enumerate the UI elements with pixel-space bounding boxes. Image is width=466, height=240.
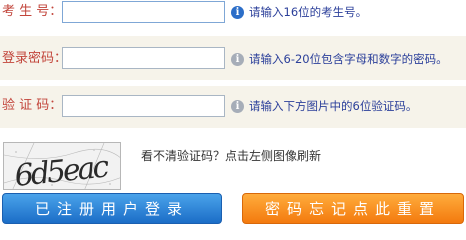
- captcha-hint: 请输入下方图片中的6位验证码。: [249, 99, 418, 113]
- captcha-row: 验 证 码： i 请输入下方图片中的6位验证码。: [0, 86, 466, 128]
- captcha-refresh-note: 看不清验证码？点击左侧图像刷新: [141, 149, 322, 163]
- captcha-image[interactable]: 6d5eac: [3, 142, 121, 190]
- password-hint: 请输入6-20位包含字母和数字的密码。: [249, 52, 448, 66]
- password-label: 登录密码：: [2, 51, 68, 66]
- exam-id-input[interactable]: [62, 1, 225, 23]
- captcha-input[interactable]: [62, 95, 225, 117]
- info-icon: i: [231, 100, 244, 113]
- captcha-graphic: 6d5eac: [4, 143, 120, 189]
- registered-login-button[interactable]: 已注册用户登录: [2, 193, 222, 224]
- exam-id-hint: 请输入16位的考生号。: [249, 5, 368, 19]
- password-row: 登录密码： i 请输入6-20位包含字母和数字的密码。: [0, 36, 466, 80]
- captcha-label: 验 证 码：: [2, 98, 63, 113]
- info-icon: i: [231, 53, 244, 66]
- info-icon: i: [231, 6, 244, 19]
- reset-password-button[interactable]: 密码忘记点此重置: [242, 193, 464, 224]
- password-input[interactable]: [62, 47, 225, 69]
- exam-id-row: 考 生 号： i 请输入16位的考生号。: [0, 0, 466, 28]
- exam-id-label: 考 生 号：: [2, 4, 63, 19]
